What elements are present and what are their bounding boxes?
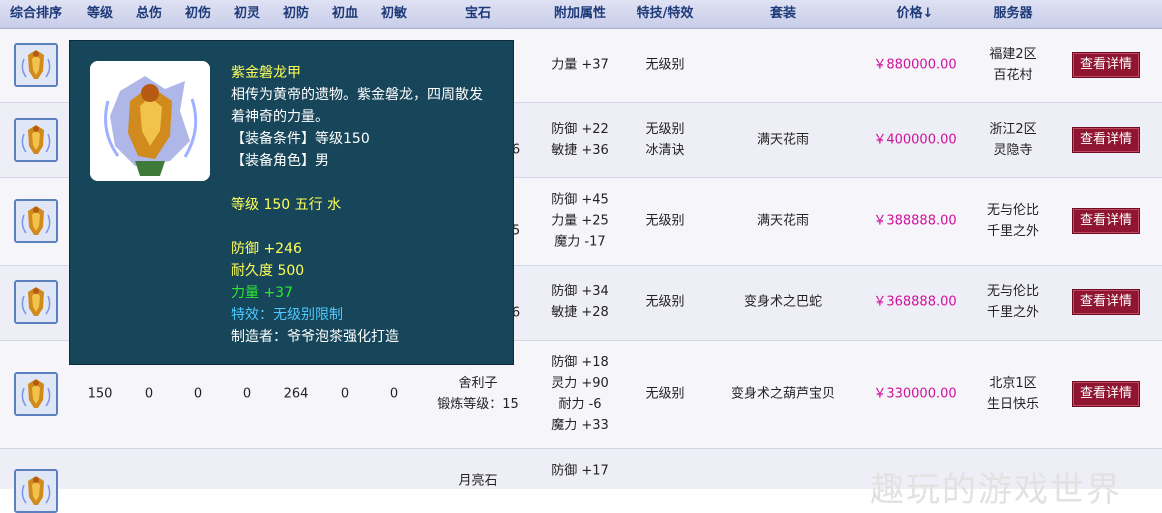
base-agility-cell: 0 xyxy=(389,386,399,402)
base-damage-cell: 0 xyxy=(193,386,203,402)
level-cell: 150 xyxy=(87,386,113,402)
armor-icon xyxy=(16,374,56,414)
base-spirit-cell: 0 xyxy=(242,386,252,402)
price-cell: ￥880000.00 xyxy=(873,57,957,73)
set-cell: 变身术之巴蛇 xyxy=(743,294,823,310)
item-thumbnail[interactable] xyxy=(14,372,58,416)
col-attrs: 附加属性 xyxy=(553,6,607,21)
armor-icon xyxy=(16,45,56,85)
col-base-damage[interactable]: 初伤 xyxy=(185,0,211,28)
attrs-cell: 防御 +18 灵力 +90 耐力 -6 魔力 +33 xyxy=(551,355,609,433)
price-cell: ￥330000.00 xyxy=(873,386,957,402)
item-thumbnail[interactable] xyxy=(14,280,58,324)
col-base-agility[interactable]: 初敏 xyxy=(381,0,407,28)
skill-cell: 无级别 xyxy=(645,294,685,310)
server-cell: 无与伦比 千里之外 xyxy=(986,203,1040,239)
tooltip-effect: 特效：无级别限制 xyxy=(231,307,343,323)
attrs-cell: 防御 +45 力量 +25 魔力 -17 xyxy=(551,192,609,250)
tooltip-strength: 力量 +37 xyxy=(231,285,293,301)
item-thumbnail[interactable] xyxy=(14,118,58,162)
watermark-text: 趣玩的游戏世界 xyxy=(870,470,1122,510)
armor-icon xyxy=(16,282,56,322)
view-details-button[interactable]: 查看详情 xyxy=(1072,208,1140,234)
view-details-button[interactable]: 查看详情 xyxy=(1072,52,1140,78)
tooltip-name: 紫金磐龙甲 xyxy=(231,65,301,81)
base-hp-cell: 0 xyxy=(340,386,350,402)
item-tooltip: 紫金磐龙甲 相传为黄帝的遗物。紫金磐龙，四周散发 着神奇的力量。 【装备条件】等… xyxy=(69,40,514,365)
attrs-cell: 防御 +22 敏捷 +36 xyxy=(551,122,609,158)
tooltip-durability: 耐久度 500 xyxy=(231,263,305,279)
attrs-cell: 防御 +34 敏捷 +28 xyxy=(551,284,609,320)
col-gem: 宝石 xyxy=(464,6,492,21)
price-cell: ￥388888.00 xyxy=(873,213,957,229)
tooltip-defense: 防御 +246 xyxy=(231,241,302,257)
col-server: 服务器 xyxy=(993,6,1033,21)
tooltip-desc-cont: 着神奇的力量。 xyxy=(231,109,329,125)
set-cell: 满天花雨 xyxy=(756,213,810,229)
col-base-spirit[interactable]: 初灵 xyxy=(234,0,260,28)
col-base-defense[interactable]: 初防 xyxy=(283,0,309,28)
view-details-button[interactable]: 查看详情 xyxy=(1072,381,1140,407)
table-header: 综合排序 等级 总伤 初伤 初灵 初防 初血 初敏 宝石 附加属性 特技/特效 … xyxy=(0,0,1162,29)
set-cell: 满天花雨 xyxy=(756,132,810,148)
tooltip-req-level: 【装备条件】等级150 xyxy=(231,131,370,147)
col-base-hp[interactable]: 初血 xyxy=(332,0,358,28)
server-cell: 福建2区 百花村 xyxy=(989,47,1037,83)
item-thumbnail[interactable] xyxy=(14,199,58,243)
server-cell: 北京1区 生日快乐 xyxy=(986,376,1040,412)
col-set: 套装 xyxy=(769,6,797,21)
armor-image xyxy=(90,61,210,181)
item-thumbnail[interactable] xyxy=(14,43,58,87)
gem-cell: 舍利子 锻炼等级：15 xyxy=(437,376,519,412)
skill-cell: 无级别 xyxy=(645,213,685,229)
base-defense-cell: 264 xyxy=(283,386,309,402)
attrs-cell: 防御 +17 xyxy=(551,463,609,479)
total-damage-cell: 0 xyxy=(144,386,154,402)
armor-icon xyxy=(16,471,56,511)
price-cell: ￥400000.00 xyxy=(873,132,957,148)
attrs-cell: 力量 +37 xyxy=(551,57,609,73)
col-sort[interactable]: 综合排序 xyxy=(10,0,62,28)
view-details-button[interactable]: 查看详情 xyxy=(1072,289,1140,315)
skill-cell: 无级别 冰清诀 xyxy=(645,122,685,158)
col-price[interactable]: 价格↓ xyxy=(897,0,934,28)
tooltip-desc: 相传为黄帝的遗物。紫金磐龙，四周散发 xyxy=(231,87,483,103)
col-level[interactable]: 等级 xyxy=(87,0,113,28)
armor-icon xyxy=(16,201,56,241)
tooltip-level-element: 等级 150 五行 水 xyxy=(231,197,342,213)
col-total-damage[interactable]: 总伤 xyxy=(136,0,162,28)
server-cell: 无与伦比 千里之外 xyxy=(986,284,1040,320)
server-cell: 浙江2区 灵隐寺 xyxy=(989,122,1037,158)
col-skill: 特技/特效 xyxy=(636,6,694,21)
set-cell: 变身术之葫芦宝贝 xyxy=(730,386,836,402)
tooltip-maker: 制造者：爷爷泡茶强化打造 xyxy=(231,329,399,345)
view-details-button[interactable]: 查看详情 xyxy=(1072,127,1140,153)
tooltip-req-role: 【装备角色】男 xyxy=(231,153,329,169)
price-cell: ￥368888.00 xyxy=(873,294,957,310)
dragon-armor-icon xyxy=(90,61,210,181)
gem-cell: 月亮石 xyxy=(458,473,498,489)
skill-cell: 无级别 xyxy=(645,386,685,402)
item-thumbnail[interactable] xyxy=(14,469,58,513)
armor-icon xyxy=(16,120,56,160)
skill-cell: 无级别 xyxy=(645,57,685,73)
